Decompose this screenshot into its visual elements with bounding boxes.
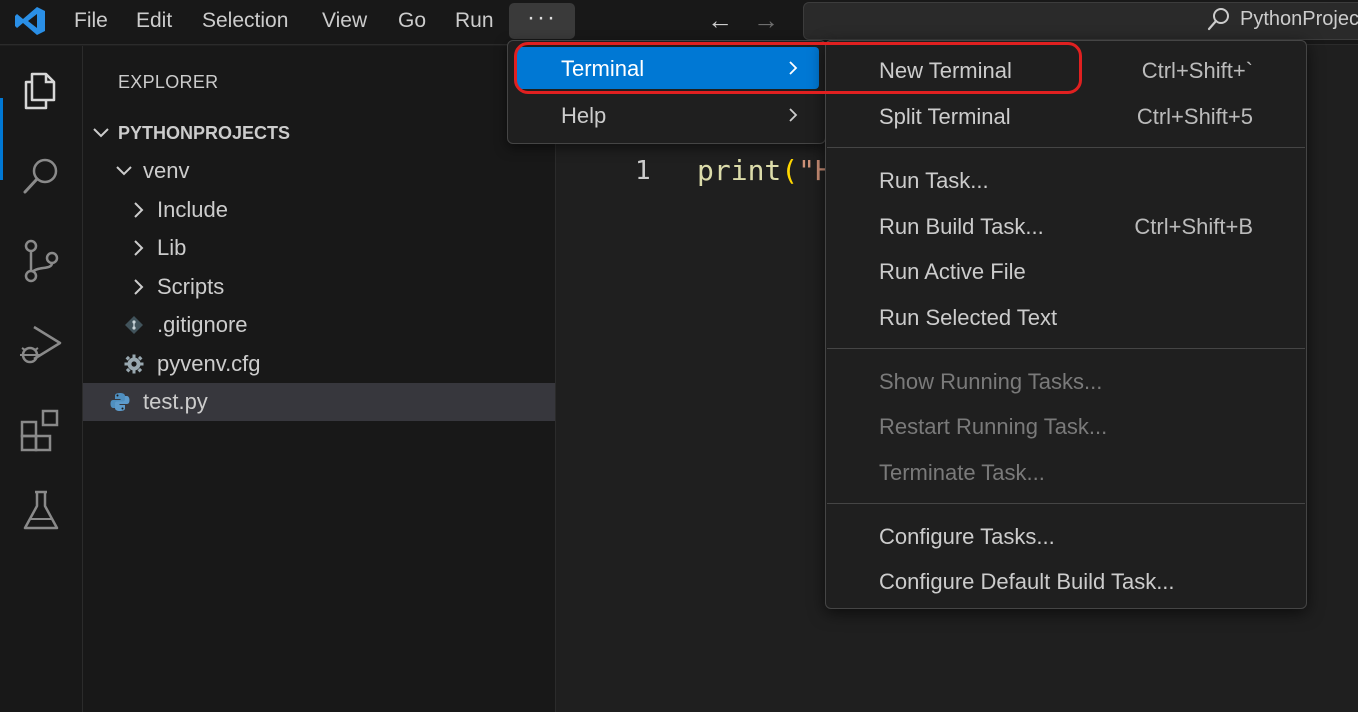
- menu-item-label: Run Selected Text: [879, 305, 1058, 330]
- source-control-icon[interactable]: [16, 236, 66, 286]
- more-menu-button[interactable]: ···: [509, 3, 575, 39]
- back-arrow-icon[interactable]: ←: [707, 4, 733, 36]
- active-indicator: [0, 98, 3, 180]
- tree-item-pyvenv-cfg[interactable]: pyvenv.cfg: [83, 345, 555, 383]
- chevron-down-icon: [116, 166, 132, 176]
- menu-item-label: Run Task...: [879, 168, 989, 193]
- tree-item-label: PYTHONPROJECTS: [118, 123, 291, 143]
- chevron-right-icon: [134, 279, 144, 295]
- python-file-icon: [110, 393, 130, 411]
- search-text: PythonProjec: [1240, 8, 1358, 30]
- menu-item-split-terminal[interactable]: Split Terminal Ctrl+Shift+5: [826, 95, 1306, 137]
- vscode-logo-icon[interactable]: [14, 6, 46, 36]
- git-file-icon: [125, 316, 143, 334]
- menu-item-new-terminal[interactable]: New Terminal Ctrl+Shift+`: [826, 49, 1306, 91]
- menu-item-label: Restart Running Task...: [879, 414, 1108, 439]
- menu-item-label: Show Running Tasks...: [879, 369, 1103, 394]
- menu-go[interactable]: Go: [390, 5, 434, 37]
- menu-item-configure-default-build-task[interactable]: Configure Default Build Task...: [826, 560, 1306, 602]
- menu-item-run-selected-text[interactable]: Run Selected Text: [826, 296, 1306, 338]
- tree-item-label: Scripts: [157, 274, 225, 299]
- menu-item-label: Configure Default Build Task...: [879, 569, 1175, 594]
- tree-item-label: pyvenv.cfg: [157, 351, 261, 376]
- search-icon: [1207, 8, 1229, 31]
- overflow-menu: Terminal Help: [507, 40, 826, 144]
- menu-item-label: Terminate Task...: [879, 460, 1045, 485]
- tree-item-test-py[interactable]: test.py: [83, 383, 555, 421]
- activity-bar: [0, 46, 83, 712]
- menu-item-terminal[interactable]: Terminal: [516, 47, 819, 89]
- tree-item-lib[interactable]: Lib: [83, 229, 555, 267]
- testing-flask-icon[interactable]: [16, 486, 66, 536]
- tree-item-include[interactable]: Include: [83, 191, 555, 229]
- menu-item-run-active-file[interactable]: Run Active File: [826, 250, 1306, 292]
- tree-item-label: test.py: [143, 389, 208, 414]
- code-line[interactable]: print("H: [697, 154, 832, 187]
- menu-edit[interactable]: Edit: [128, 5, 180, 37]
- chevron-down-icon: [93, 128, 109, 138]
- tree-item-label: Include: [157, 197, 228, 222]
- chevron-right-icon: [134, 240, 144, 256]
- menu-selection[interactable]: Selection: [194, 5, 296, 37]
- run-debug-icon[interactable]: [16, 321, 66, 371]
- tree-item-root-folder[interactable]: PYTHONPROJECTS: [83, 114, 555, 152]
- line-number: 1: [635, 156, 651, 186]
- tree-item-gitignore[interactable]: .gitignore: [83, 306, 555, 344]
- tree-item-label: Lib: [157, 235, 187, 260]
- menu-item-shortcut: Ctrl+Shift+`: [1141, 58, 1253, 83]
- menu-separator: [827, 503, 1305, 504]
- menu-item-label: Run Build Task...: [879, 214, 1044, 239]
- code-paren: (: [781, 154, 799, 187]
- menu-item-show-running-tasks: Show Running Tasks...: [826, 360, 1306, 402]
- explorer-icon[interactable]: [16, 66, 66, 116]
- menu-item-terminate-task: Terminate Task...: [826, 451, 1306, 493]
- code-function: print: [697, 154, 782, 187]
- menu-item-label: Run Active File: [879, 259, 1026, 284]
- menu-item-help[interactable]: Help: [516, 94, 819, 136]
- menu-item-run-build-task[interactable]: Run Build Task... Ctrl+Shift+B: [826, 205, 1306, 247]
- title-bar: File Edit Selection View Go Run ··· ← → …: [0, 0, 1358, 45]
- more-icon: ···: [527, 4, 557, 31]
- tree-item-label: venv: [143, 158, 190, 183]
- menu-item-label: Help: [561, 103, 607, 128]
- menu-item-shortcut: Ctrl+Shift+B: [1134, 214, 1253, 239]
- menu-item-label: New Terminal: [879, 58, 1012, 83]
- menu-item-configure-tasks[interactable]: Configure Tasks...: [826, 515, 1306, 557]
- gear-file-icon: [124, 354, 144, 374]
- menu-item-restart-running-task: Restart Running Task...: [826, 405, 1306, 447]
- menu-separator: [827, 147, 1305, 148]
- menu-separator: [827, 348, 1305, 349]
- menu-file[interactable]: File: [66, 5, 116, 37]
- chevron-right-icon: [134, 202, 144, 218]
- chevron-right-icon: [789, 61, 798, 75]
- menu-item-label: Terminal: [561, 56, 645, 81]
- terminal-submenu: New Terminal Ctrl+Shift+` Split Terminal…: [825, 40, 1307, 609]
- menu-view[interactable]: View: [314, 5, 375, 37]
- menu-item-shortcut: Ctrl+Shift+5: [1136, 104, 1253, 129]
- search-view-icon[interactable]: [16, 151, 66, 201]
- chevron-right-icon: [789, 108, 798, 122]
- menu-item-label: Configure Tasks...: [879, 524, 1055, 549]
- tree-item-scripts[interactable]: Scripts: [83, 268, 555, 306]
- explorer-title: EXPLORER: [118, 72, 219, 92]
- tree-item-venv[interactable]: venv: [83, 152, 555, 190]
- forward-arrow-icon[interactable]: →: [753, 4, 779, 36]
- tree-item-label: .gitignore: [157, 312, 248, 337]
- explorer-sidebar: EXPLORER PYTHONPROJECTS venv Include Lib…: [83, 46, 556, 712]
- extensions-icon[interactable]: [16, 406, 66, 456]
- menu-item-label: Split Terminal: [879, 104, 1011, 129]
- menu-item-run-task[interactable]: Run Task...: [826, 159, 1306, 201]
- menu-run[interactable]: Run: [447, 5, 502, 37]
